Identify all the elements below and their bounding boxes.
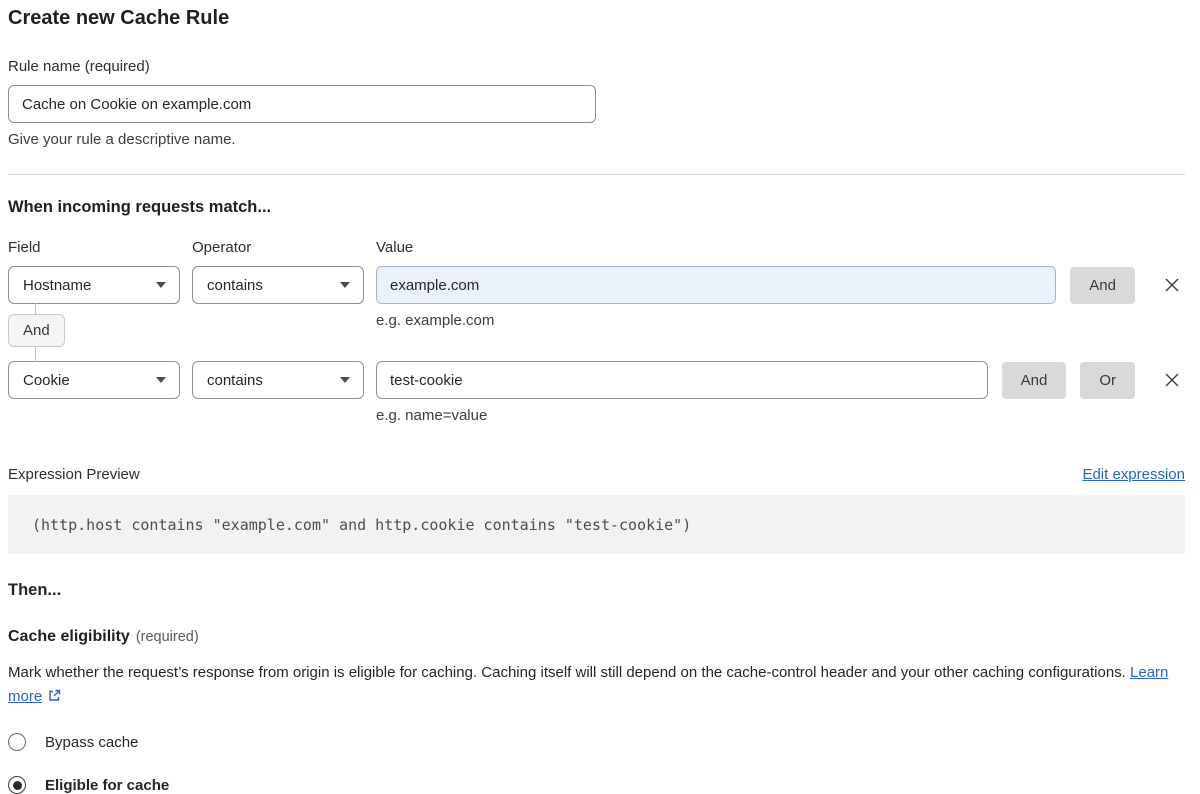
expression-header: Expression Preview Edit expression	[8, 466, 1185, 483]
condition-connector-zone: And e.g. example.com	[8, 304, 1185, 361]
section-divider	[8, 174, 1185, 175]
operator-select[interactable]: contains	[192, 361, 364, 399]
field-select[interactable]: Cookie	[8, 361, 180, 399]
cache-eligibility-title-text: Cache eligibility	[8, 628, 130, 645]
close-icon	[1162, 275, 1182, 295]
required-note: (required)	[136, 629, 199, 645]
condition-row: Cookie contains And Or	[8, 361, 1185, 399]
chevron-down-icon	[340, 377, 350, 383]
value-hint: e.g. example.com	[376, 312, 494, 329]
add-and-condition-button[interactable]: And	[1002, 362, 1067, 399]
add-or-condition-button[interactable]: Or	[1080, 362, 1135, 399]
operator-select[interactable]: contains	[192, 266, 364, 304]
radio-option-eligible-for-cache[interactable]: Eligible for cache	[8, 776, 1185, 794]
radio-unselected-icon[interactable]	[8, 733, 26, 751]
value-input[interactable]	[376, 361, 988, 399]
field-select[interactable]: Hostname	[8, 266, 180, 304]
rule-name-input[interactable]	[8, 85, 596, 123]
create-cache-rule-form: Create new Cache Rule Rule name (require…	[0, 7, 1200, 794]
cache-eligibility-title: Cache eligibility (required)	[8, 628, 1185, 646]
condition-row: Hostname contains And	[8, 266, 1185, 304]
rule-name-helper: Give your rule a descriptive name.	[8, 131, 1185, 148]
expression-code-block: (http.host contains "example.com" and ht…	[8, 495, 1185, 554]
chevron-down-icon	[156, 282, 166, 288]
remove-condition-button[interactable]	[1159, 272, 1185, 298]
field-column-label: Field	[8, 239, 180, 256]
cache-eligibility-description: Mark whether the request’s response from…	[8, 661, 1178, 709]
external-link-icon	[47, 688, 62, 703]
chevron-down-icon	[340, 282, 350, 288]
description-text: Mark whether the request’s response from…	[8, 664, 1126, 681]
radio-selected-icon[interactable]	[8, 776, 26, 794]
operator-select-value: contains	[207, 372, 263, 389]
radio-dot	[13, 781, 22, 790]
radio-label: Bypass cache	[45, 734, 138, 751]
operator-select-value: contains	[207, 277, 263, 294]
expression-code: (http.host contains "example.com" and ht…	[32, 516, 691, 534]
operator-column-label: Operator	[192, 239, 364, 256]
value-input[interactable]	[376, 266, 1056, 304]
value-column-label: Value	[376, 239, 1185, 256]
field-select-value: Hostname	[23, 277, 91, 294]
remove-condition-button[interactable]	[1159, 367, 1185, 393]
field-select-value: Cookie	[23, 372, 70, 389]
expression-preview-label: Expression Preview	[8, 466, 140, 483]
rule-name-label: Rule name (required)	[8, 58, 1185, 75]
connector-and-button[interactable]: And	[8, 314, 65, 347]
then-section-heading: Then...	[8, 581, 1185, 600]
close-icon	[1162, 370, 1182, 390]
radio-option-bypass-cache[interactable]: Bypass cache	[8, 733, 1185, 751]
edit-expression-link[interactable]: Edit expression	[1082, 466, 1185, 483]
radio-label: Eligible for cache	[45, 777, 169, 794]
add-and-condition-button[interactable]: And	[1070, 267, 1135, 304]
match-section-heading: When incoming requests match...	[8, 198, 1185, 217]
page-title: Create new Cache Rule	[8, 7, 1185, 30]
value-hint: e.g. name=value	[376, 407, 1185, 424]
condition-column-labels: Field Operator Value	[8, 239, 1185, 256]
chevron-down-icon	[156, 377, 166, 383]
